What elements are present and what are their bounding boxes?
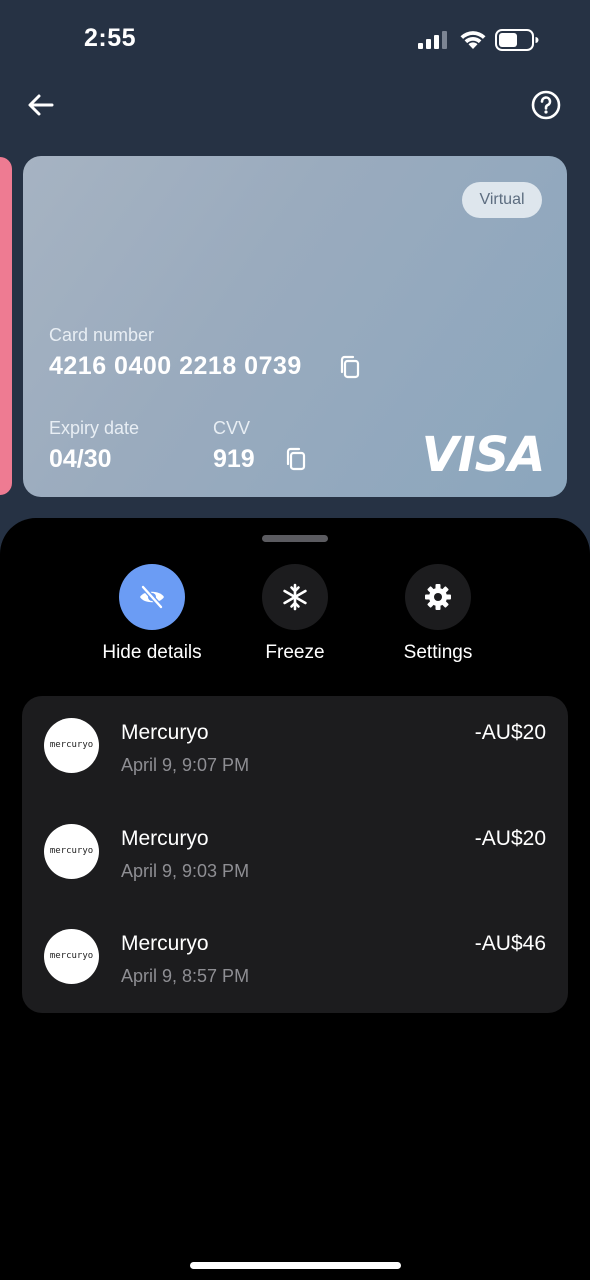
freeze-circle: [262, 564, 328, 630]
virtual-card: Virtual Card number 4216 0400 2218 0739 …: [23, 156, 567, 497]
merchant-logo: mercuryo: [44, 929, 99, 984]
eye-off-icon: [140, 584, 164, 610]
header-area: 2:55 Virtual Card number 4216 0400 2218 …: [0, 0, 590, 560]
settings-label: Settings: [403, 642, 473, 663]
virtual-badge: Virtual: [462, 182, 542, 218]
transaction-merchant: Mercuryo: [121, 721, 209, 744]
transaction-date: April 9, 9:07 PM: [121, 755, 250, 775]
expiry-date-value: 04/30: [49, 445, 112, 473]
settings-circle: [405, 564, 471, 630]
battery-icon: [495, 29, 539, 51]
transaction-row[interactable]: mercuryo Mercuryo April 9, 9:03 PM -AU$2…: [22, 802, 568, 908]
transaction-row[interactable]: mercuryo Mercuryo April 9, 9:07 PM -AU$2…: [22, 696, 568, 802]
freeze-button[interactable]: Freeze: [220, 564, 370, 664]
home-indicator[interactable]: [190, 1262, 401, 1269]
transaction-amount: -AU$20: [474, 721, 546, 744]
transactions-list: mercuryo Mercuryo April 9, 9:07 PM -AU$2…: [22, 696, 568, 1013]
back-button[interactable]: [24, 88, 58, 122]
sheet-grabber[interactable]: [262, 535, 328, 542]
cellular-signal-icon: [418, 31, 447, 49]
transaction-row[interactable]: mercuryo Mercuryo April 9, 8:57 PM -AU$4…: [22, 907, 568, 1013]
transaction-merchant: Mercuryo: [121, 932, 209, 955]
hide-details-circle: [119, 564, 185, 630]
card-number-label: Card number: [49, 325, 155, 345]
hide-details-button[interactable]: Hide details: [77, 564, 227, 664]
cvv-label: CVV: [213, 418, 251, 438]
merchant-logo: mercuryo: [44, 824, 99, 879]
visa-logo-text: VISA: [422, 428, 545, 478]
transaction-amount: -AU$20: [474, 827, 546, 850]
copy-card-number-icon[interactable]: [337, 354, 363, 380]
expiry-date-label: Expiry date: [49, 418, 140, 438]
gear-icon: [425, 584, 451, 610]
visa-logo: VISA: [422, 428, 546, 478]
transaction-amount: -AU$46: [474, 932, 546, 955]
card-actions-sheet: Hide details Freeze Settings mercuryo Me…: [0, 518, 590, 1280]
adjacent-card-edge[interactable]: [0, 157, 12, 495]
hide-details-label: Hide details: [102, 642, 202, 663]
settings-button[interactable]: Settings: [363, 564, 513, 664]
freeze-label: Freeze: [265, 642, 325, 663]
snowflake-icon: [283, 583, 307, 611]
merchant-logo: mercuryo: [44, 718, 99, 773]
transaction-date: April 9, 8:57 PM: [121, 966, 250, 986]
transaction-merchant: Mercuryo: [121, 827, 209, 850]
transaction-date: April 9, 9:03 PM: [121, 861, 250, 881]
wifi-icon: [460, 31, 486, 49]
copy-cvv-icon[interactable]: [283, 446, 309, 472]
status-bar: 2:55: [0, 0, 590, 80]
status-time: 2:55: [84, 24, 137, 52]
help-button[interactable]: [530, 89, 562, 121]
cvv-value: 919: [213, 445, 255, 473]
card-number: 4216 0400 2218 0739: [49, 352, 302, 380]
